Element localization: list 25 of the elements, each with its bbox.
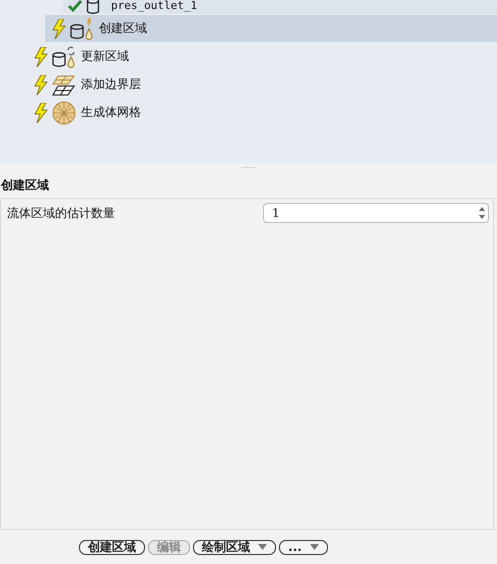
tree-item-label: pres_outlet_1 bbox=[111, 0, 198, 12]
mesh-sphere-icon bbox=[52, 100, 76, 124]
action-button[interactable]: 创建区域 bbox=[79, 540, 146, 554]
number-field[interactable]: 1 bbox=[263, 203, 489, 223]
spinner-arrows-icon[interactable] bbox=[478, 205, 486, 221]
caret-icon bbox=[310, 544, 319, 550]
tree-item[interactable]: 生成体网格 bbox=[33, 99, 497, 126]
panel-title: 创建区域 bbox=[0, 177, 50, 194]
grid-layers-icon bbox=[52, 74, 76, 96]
field-label: 流体区域的估计数量 bbox=[6, 204, 115, 222]
caret-icon bbox=[258, 544, 268, 550]
splitter-handle-icon[interactable] bbox=[240, 166, 256, 168]
tree-item-label: 创建区域 bbox=[99, 20, 147, 37]
tree-item[interactable]: 添加边界层 bbox=[33, 71, 497, 98]
tree-item-label: 更新区域 bbox=[81, 48, 129, 65]
cylinder-drop-icon bbox=[70, 18, 94, 40]
cylinder-drop-icon bbox=[52, 46, 76, 68]
dropdown-button[interactable]: ... bbox=[279, 540, 328, 554]
dropdown-button[interactable]: 绘制区域 bbox=[193, 540, 276, 554]
tree-item-label: 添加边界层 bbox=[81, 76, 141, 93]
cylinder-icon bbox=[86, 0, 100, 14]
tree-item[interactable]: 更新区域 bbox=[33, 43, 497, 70]
tree-item[interactable]: pres_outlet_1 bbox=[63, 0, 497, 14]
tree-item[interactable]: 创建区域 bbox=[45, 15, 497, 42]
tree-item-label: 生成体网格 bbox=[81, 104, 141, 121]
